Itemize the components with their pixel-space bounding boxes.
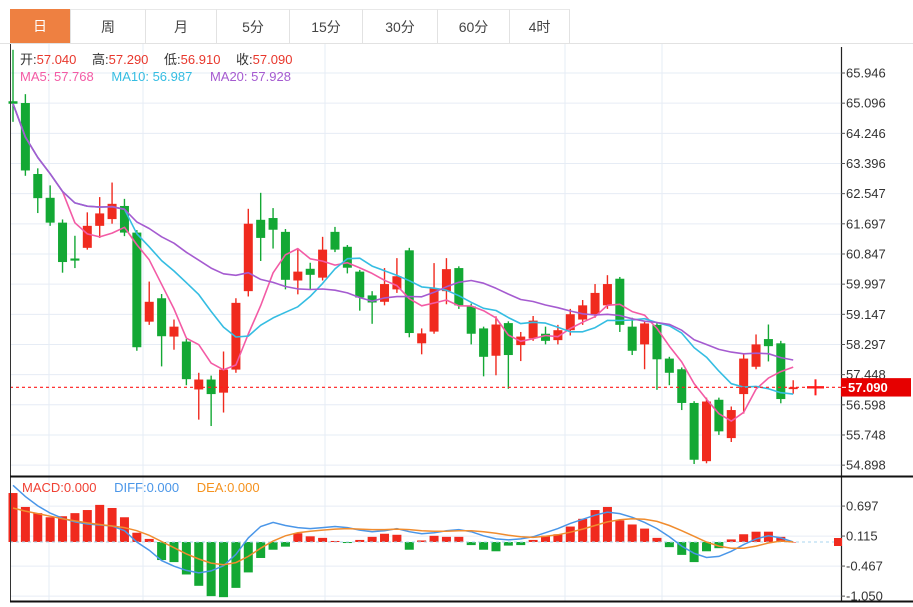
ma-readout: MA5: 57.768 MA10: 56.987 MA20: 57.928: [20, 69, 291, 84]
tab-month[interactable]: 月: [146, 9, 217, 43]
svg-text:54.898: 54.898: [846, 458, 886, 473]
ma5-line: [12, 103, 794, 422]
macd-value: 0.000: [63, 480, 97, 495]
low-value: 56.910: [180, 52, 221, 67]
timeframe-tabbar: 日 周 月 5分 15分 30分 60分 4时: [10, 9, 570, 43]
svg-text:62.547: 62.547: [846, 186, 886, 201]
tab-week[interactable]: 周: [71, 9, 146, 43]
svg-text:-1.050: -1.050: [846, 589, 883, 604]
tab-30min[interactable]: 30分: [363, 9, 438, 43]
tabbar-divider: [0, 43, 913, 44]
ma5-label: MA5:: [20, 69, 51, 84]
tab-15min-label: 15分: [311, 19, 341, 35]
diff-label: DIFF:: [114, 480, 147, 495]
tab-week-label: 周: [101, 19, 115, 35]
price-axis-labels: 65.946 65.096 64.246 63.396 62.547 61.697 60.8…: [841, 66, 886, 473]
ma10-label: MA10:: [111, 69, 149, 84]
svg-text:55.748: 55.748: [846, 427, 886, 442]
svg-text:63.396: 63.396: [846, 156, 886, 171]
close-value: 57.090: [252, 52, 293, 67]
svg-text:59.147: 59.147: [846, 307, 886, 322]
tab-4hour-label: 4时: [528, 19, 551, 35]
tab-5min-label: 5分: [242, 19, 264, 35]
panel-borders: [10, 44, 913, 603]
ma5-value: 57.768: [53, 69, 94, 84]
kline-app: 日 周 月 5分 15分 30分 60分 4时 65.946 65.096 64.2…: [0, 0, 913, 607]
tab-day[interactable]: 日: [10, 9, 71, 43]
svg-text:61.697: 61.697: [846, 216, 886, 231]
macd-readout: MACD:0.000 DIFF:0.000 DEA:0.000: [22, 480, 260, 495]
tab-60min[interactable]: 60分: [438, 9, 510, 43]
macd-current-marker: [834, 538, 842, 546]
high-value: 57.290: [108, 52, 149, 67]
close-label: 收:: [236, 52, 253, 67]
tab-month-label: 月: [174, 19, 188, 35]
open-label: 开:: [20, 52, 37, 67]
ohlc-readout: 开:57.040 高:57.290 低:56.910 收:57.090: [20, 49, 292, 68]
tab-15min[interactable]: 15分: [290, 9, 363, 43]
svg-text:58.297: 58.297: [846, 337, 886, 352]
dea-value: 0.000: [227, 480, 260, 495]
svg-text:65.096: 65.096: [846, 96, 886, 111]
svg-text:0.697: 0.697: [846, 499, 879, 514]
svg-text:64.246: 64.246: [846, 126, 886, 141]
diff-value: 0.000: [146, 480, 180, 495]
ma10-value: 56.987: [152, 69, 193, 84]
kline-chart-svg[interactable]: 65.946 65.096 64.246 63.396 62.547 61.697 60.8…: [0, 0, 913, 607]
ma20-label: MA20:: [209, 69, 248, 84]
macd-label: MACD:: [22, 480, 64, 495]
svg-text:57.090: 57.090: [848, 380, 888, 395]
svg-text:0.115: 0.115: [846, 529, 878, 544]
tab-4hour[interactable]: 4时: [510, 9, 570, 43]
dea-label: DEA:: [196, 480, 228, 495]
candlesticks: [8, 49, 798, 465]
ma10-line: [12, 103, 794, 395]
current-price-axis-label: 57.090: [841, 378, 911, 397]
svg-text:-0.467: -0.467: [846, 559, 883, 574]
svg-text:65.946: 65.946: [846, 66, 886, 81]
tab-day-label: 日: [33, 18, 47, 34]
tab-30min-label: 30分: [385, 19, 415, 35]
ma20-value: 57.928: [251, 69, 291, 84]
svg-text:60.847: 60.847: [846, 246, 886, 261]
low-label: 低:: [164, 52, 181, 67]
open-value: 57.040: [36, 52, 77, 67]
svg-text:56.598: 56.598: [846, 397, 886, 412]
high-label: 高:: [92, 52, 109, 67]
tab-60min-label: 60分: [458, 19, 489, 35]
current-price-line: [10, 379, 841, 396]
svg-text:59.997: 59.997: [846, 277, 886, 292]
tab-5min[interactable]: 5分: [217, 9, 290, 43]
ma20-line: [12, 103, 794, 361]
macd-axis-labels: 0.697 0.115 -0.467 -1.050: [841, 499, 883, 604]
